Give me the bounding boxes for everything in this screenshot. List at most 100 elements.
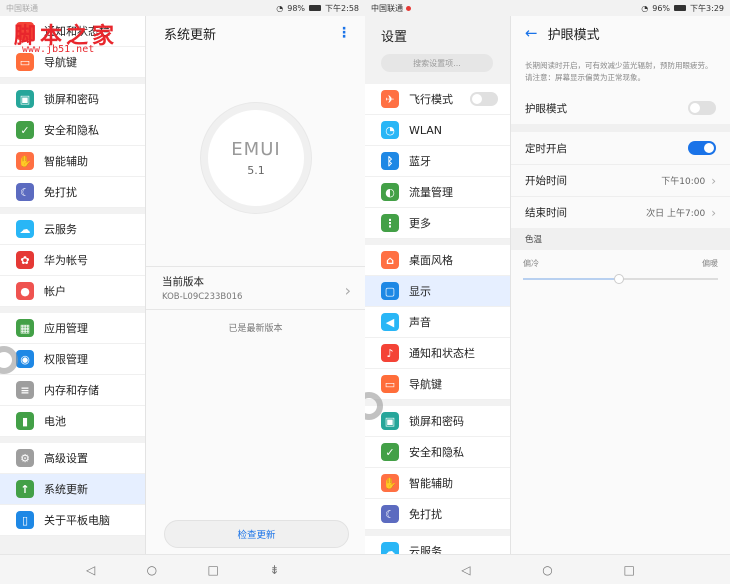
bluetooth-icon: ᛒ xyxy=(381,152,399,170)
settings-item-label: 通知和状态栏 xyxy=(44,25,110,38)
settings-item[interactable]: ♪ 通知和状态栏 xyxy=(365,338,510,369)
settings-item[interactable]: ▯ 关于平板电脑 xyxy=(0,505,145,536)
settings-item[interactable]: ≡ 内存和存储 xyxy=(0,375,145,406)
settings-item-label: 桌面风格 xyxy=(409,254,453,267)
settings-item[interactable]: ⋮ 更多 xyxy=(365,208,510,239)
more-menu-icon[interactable]: ⋮ xyxy=(337,25,351,41)
settings-item-label: 显示 xyxy=(409,285,431,298)
recents-nav-icon[interactable]: □ xyxy=(621,562,637,578)
settings-item[interactable]: ✓ 安全和隐私 xyxy=(365,437,510,468)
current-version-value: KOB-L09C233B016 xyxy=(162,292,243,302)
settings-item[interactable]: ◀ 声音 xyxy=(365,307,510,338)
notification-pull-icon[interactable]: ⇟ xyxy=(266,562,282,578)
settings-item[interactable]: ☾ 免打扰 xyxy=(365,499,510,530)
carrier-label: 中国联通 xyxy=(6,3,38,13)
home-nav-icon[interactable]: ○ xyxy=(539,562,555,578)
settings-item[interactable]: ⌂ 桌面风格 xyxy=(365,245,510,276)
settings-item-label: 高级设置 xyxy=(44,452,88,465)
moon-icon: ☾ xyxy=(16,183,34,201)
settings-item[interactable]: ✋ 智能辅助 xyxy=(365,468,510,499)
color-temp-section: 偏冷 偏暖 xyxy=(511,250,730,290)
settings-item[interactable]: ◉ 权限管理 xyxy=(0,344,145,375)
airplane-mode-toggle[interactable] xyxy=(470,92,498,106)
settings-item-label: 蓝牙 xyxy=(409,155,431,168)
volume-icon: ◀ xyxy=(381,313,399,331)
current-version-row[interactable]: 当前版本 KOB-L09C233B016 › xyxy=(146,266,365,310)
wifi-icon: ◔ xyxy=(276,3,284,13)
start-time-row[interactable]: 开始时间 下午10:00 › xyxy=(511,164,730,196)
settings-item[interactable]: ✈ 飞行模式 xyxy=(365,84,510,115)
chevron-right-icon: › xyxy=(344,281,351,300)
settings-item[interactable]: ▮ 电池 xyxy=(0,406,145,437)
tablet-icon: ▯ xyxy=(16,511,34,529)
eye-comfort-row: 护眼模式 xyxy=(511,92,730,124)
chevron-right-icon: › xyxy=(711,205,716,220)
permission-icon: ◉ xyxy=(16,350,34,368)
settings-item[interactable]: ⚙ 高级设置 xyxy=(0,443,145,474)
settings-list: ✈ 飞行模式 ◔ WLAN ᛒ 蓝牙 ◐ 流量管理 ⋮ 更多 ⌂ 桌面风格 ▢ 显示 ◀ 声音 ♪ 通知和状态栏 ▭… xyxy=(365,84,510,554)
settings-item-label: 内存和存储 xyxy=(44,384,99,397)
settings-item-label: 安全和隐私 xyxy=(409,446,464,459)
latest-version-text: 已是最新版本 xyxy=(228,324,283,334)
settings-item[interactable]: ▢ 显示 xyxy=(365,276,510,307)
search-input[interactable]: 搜索设置项... xyxy=(381,54,493,72)
settings-item[interactable]: ♪ 通知和状态栏 xyxy=(0,16,145,47)
settings-list: ♪ 通知和状态栏 ▭ 导航键 ▣ 锁屏和密码 ✓ 安全和隐私 ✋ 智能辅助 ☾ 免打扰 ☁ 云服务 ✿ 华为帐… xyxy=(0,16,145,554)
slider-thumb[interactable] xyxy=(613,274,624,284)
status-bar: 中国联通 ◔ 98% 下午2:58 xyxy=(0,0,365,16)
settings-item[interactable]: ▭ 导航键 xyxy=(365,369,510,400)
settings-item-label: 系统更新 xyxy=(44,483,88,496)
settings-item-label: 更多 xyxy=(409,217,431,230)
system-update-icon: ↑ xyxy=(16,480,34,498)
settings-item[interactable]: ᛒ 蓝牙 xyxy=(365,146,510,177)
settings-item[interactable]: ☁ 云服务 xyxy=(365,536,510,554)
settings-item[interactable]: ✿ 华为帐号 xyxy=(0,245,145,276)
settings-item[interactable]: ✋ 智能辅助 xyxy=(0,146,145,177)
settings-item-label: 电池 xyxy=(44,415,66,428)
more-icon: ⋮ xyxy=(381,214,399,232)
settings-item[interactable]: ◔ WLAN xyxy=(365,115,510,146)
home-nav-icon[interactable]: ○ xyxy=(144,562,160,578)
settings-item-label: 飞行模式 xyxy=(409,93,453,106)
page-title: 系统更新 xyxy=(164,27,217,43)
settings-item-label: 导航键 xyxy=(44,56,77,69)
scheduled-toggle[interactable] xyxy=(688,141,716,155)
settings-item-label: 应用管理 xyxy=(44,322,88,335)
emui-logo-text: EMUI xyxy=(231,139,281,160)
cloud-icon: ☁ xyxy=(381,542,399,554)
back-nav-icon[interactable]: ◁ xyxy=(458,562,474,578)
settings-item[interactable]: ☾ 免打扰 xyxy=(0,177,145,208)
settings-item-label: 云服务 xyxy=(409,545,442,554)
left-screenshot: 中国联通 ◔ 98% 下午2:58 ♪ 通知和状态栏 ▭ 导航键 ▣ 锁屏和密码 ✓ 安全和隐… xyxy=(0,0,365,584)
settings-item[interactable]: ☁ 云服务 xyxy=(0,214,145,245)
hand-icon: ✋ xyxy=(381,474,399,492)
settings-item[interactable]: ▭ 导航键 xyxy=(0,47,145,78)
scheduled-row: 定时开启 xyxy=(511,132,730,164)
settings-item[interactable]: ✓ 安全和隐私 xyxy=(0,115,145,146)
shield-icon: ✓ xyxy=(16,121,34,139)
settings-item[interactable]: ▣ 锁屏和密码 xyxy=(365,406,510,437)
account-icon: ● xyxy=(16,282,34,300)
storage-icon: ≡ xyxy=(16,381,34,399)
color-temp-slider[interactable] xyxy=(523,274,718,284)
eye-comfort-toggle[interactable] xyxy=(688,101,716,115)
lock-icon: ▣ xyxy=(16,90,34,108)
huawei-icon: ✿ xyxy=(16,251,34,269)
settings-item[interactable]: ↑ 系统更新 xyxy=(0,474,145,505)
back-nav-icon[interactable]: ◁ xyxy=(83,562,99,578)
settings-item[interactable]: ▦ 应用管理 xyxy=(0,313,145,344)
settings-item-label: 锁屏和密码 xyxy=(44,93,99,106)
settings-item[interactable]: ● 帐户 xyxy=(0,276,145,307)
back-arrow-icon[interactable]: ← xyxy=(525,24,538,42)
settings-item[interactable]: ◐ 流量管理 xyxy=(365,177,510,208)
settings-item[interactable]: ▣ 锁屏和密码 xyxy=(0,84,145,115)
end-time-row[interactable]: 结束时间 次日 上午7:00 › xyxy=(511,196,730,228)
clock: 下午3:29 xyxy=(690,3,724,13)
check-update-button[interactable]: 检查更新 xyxy=(164,520,349,548)
settings-item-label: 帐户 xyxy=(44,285,66,298)
end-time-label: 结束时间 xyxy=(525,207,567,219)
settings-item-label: 免打扰 xyxy=(44,186,77,199)
carrier-label: 中国联通 xyxy=(371,3,403,13)
recents-nav-icon[interactable]: □ xyxy=(205,562,221,578)
eye-comfort-panel: ← 护眼模式 长期阅读时开启，可有效减少蓝光辐射，预防用眼疲劳。 请注意：屏幕显… xyxy=(510,16,730,554)
